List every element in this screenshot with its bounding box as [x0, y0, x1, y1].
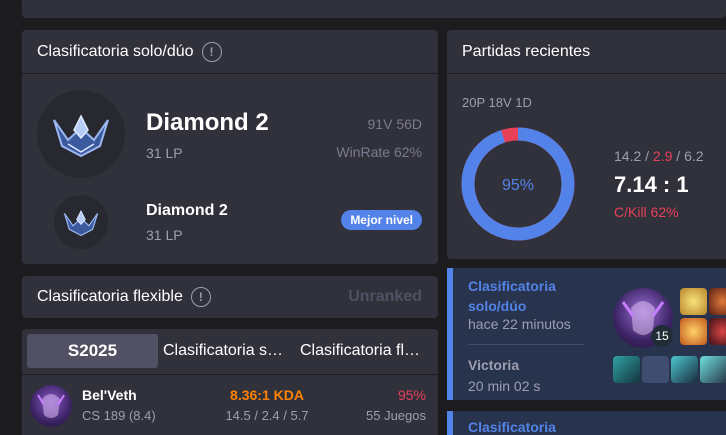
result-bar [447, 411, 453, 435]
recent-matches-title: Partidas recientes [462, 42, 591, 60]
avg-deaths: 2.9 [652, 148, 673, 164]
kda-separator: / [641, 148, 653, 164]
info-icon[interactable]: ! [201, 41, 222, 62]
match-queue-line2: solo/dúo [468, 298, 527, 314]
item-slot-1-icon [613, 356, 640, 383]
item-slot-3-icon [671, 356, 698, 383]
champion-portrait [30, 385, 72, 427]
champion-name: Bel'Veth [82, 387, 137, 403]
flex-unranked-label: Unranked [348, 288, 422, 305]
tab-season[interactable]: S2025 [27, 334, 158, 368]
avg-kda-line: 14.2 / 2.9 / 6.2 [614, 148, 704, 164]
ranked-solo-header: Clasificatoria solo/dúo ! [22, 30, 438, 74]
match-time-ago: hace 22 minutos [468, 316, 571, 332]
season-tab-bar: S2025 Clasificatoria s… Clasificatoria f… [22, 329, 438, 375]
match-result: Victoria [468, 357, 520, 373]
tab-ranked-flex[interactable]: Clasificatoria fl… [300, 342, 434, 360]
recent-matches-card: Partidas recientes 20P 18V 1D 95% 14.2 /… [447, 30, 726, 259]
item-slot-2-empty [642, 356, 669, 383]
peak-tier: Diamond 2 [146, 202, 228, 219]
avg-kills: 14.2 [614, 148, 642, 164]
winrate-donut: 95% [461, 127, 575, 241]
champion-games: 55 Juegos [366, 408, 426, 423]
result-bar [447, 268, 453, 400]
champion-kda: 14.5 / 2.4 / 5.7 [225, 408, 309, 423]
match-duration: 20 min 02 s [468, 378, 541, 394]
recent-summary: 20P 18V 1D [462, 95, 532, 110]
champion-row[interactable]: Bel'Veth CS 189 (8.4) 8.36:1 KDA 14.5 / … [22, 375, 438, 435]
belveth-portrait-icon [37, 394, 65, 418]
summoner-spell-flash-icon [680, 318, 707, 345]
match-queue-line1: Clasificatoria [468, 278, 556, 294]
diamond-emblem-icon [53, 114, 109, 158]
tier-emblem-current [37, 90, 125, 178]
champion-stats-card: S2025 Clasificatoria s… Clasificatoria f… [22, 329, 438, 435]
match-row[interactable]: Clasificatoria solo/dúo hace 22 minutos … [447, 268, 726, 400]
ranked-solo-card: Clasificatoria solo/dúo ! Diamond 2 31 L… [22, 30, 438, 264]
tier-emblem-peak [54, 195, 108, 249]
item-slot-4-icon [700, 356, 726, 383]
donut-label: 95% [502, 177, 534, 194]
avg-assists: 6.2 [684, 148, 704, 164]
keystone-rune-icon [709, 288, 726, 315]
tab-ranked-solo[interactable]: Clasificatoria s… [163, 342, 293, 360]
match-champion-level: 15 [651, 325, 673, 347]
info-icon[interactable]: ! [190, 287, 211, 307]
current-tier: Diamond 2 [146, 109, 269, 136]
summoner-spell-smite-icon [680, 288, 707, 315]
ranked-flex-title: Clasificatoria flexible [37, 288, 183, 305]
ranked-flex-card: Clasificatoria flexible ! Unranked [22, 276, 438, 318]
match-divider [468, 344, 584, 345]
champion-winrate: 95% [397, 387, 426, 403]
match-queue-line1: Clasificatoria [468, 419, 556, 435]
top-card-stub [22, 0, 726, 18]
recent-matches-header: Partidas recientes [447, 30, 726, 74]
champion-kda-ratio: 8.36:1 KDA [230, 387, 304, 403]
champion-cs: CS 189 (8.4) [82, 408, 156, 423]
diamond-emblem-small-icon [63, 209, 99, 237]
season-winrate: WinRate 62% [336, 144, 422, 160]
kda-separator: / [672, 148, 685, 164]
secondary-rune-icon [709, 318, 726, 345]
avg-kda-ratio: 7.14 : 1 [614, 172, 689, 197]
match-row[interactable]: Clasificatoria [447, 411, 726, 435]
kill-participation: C/Kill 62% [614, 204, 679, 220]
ranked-solo-title: Clasificatoria solo/dúo [37, 42, 194, 60]
win-loss-record: 91V 56D [367, 116, 422, 132]
peak-lp: 31 LP [146, 227, 183, 243]
current-lp: 31 LP [146, 145, 183, 161]
best-tier-badge: Mejor nivel [341, 210, 422, 230]
match-queue: Clasificatoria solo/dúo [468, 276, 556, 316]
